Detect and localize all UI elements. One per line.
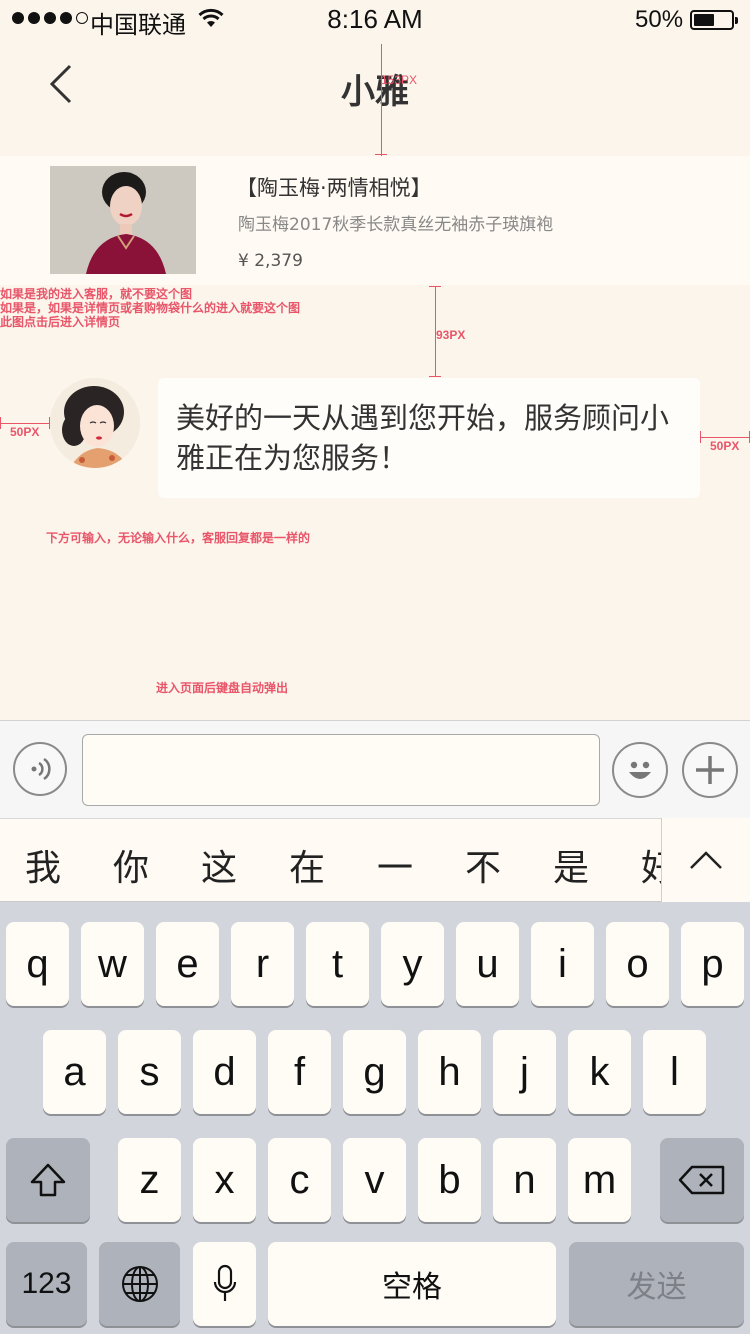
plus-icon <box>696 756 724 784</box>
expand-candidates-button[interactable] <box>661 818 750 902</box>
candidate-word[interactable]: 不 <box>453 839 513 891</box>
key[interactable]: i <box>531 922 594 1006</box>
chevron-up-icon <box>690 851 722 869</box>
candidate-word[interactable]: 这 <box>189 839 249 891</box>
product-price: ¥ 2,379 <box>238 251 303 271</box>
dictation-key[interactable] <box>193 1242 256 1326</box>
numbers-key-label: 123 <box>21 1267 72 1300</box>
message-input[interactable] <box>82 734 600 806</box>
shift-icon <box>30 1163 66 1197</box>
key[interactable]: q <box>6 922 69 1006</box>
delete-key[interactable] <box>660 1138 744 1222</box>
spacing-label-top: 153PX <box>381 73 418 87</box>
microphone-icon <box>213 1264 236 1301</box>
space-key-label: 空格 <box>382 1271 442 1304</box>
product-description: 陶玉梅2017秋季长款真丝无袖赤子瑛旗袍 <box>238 215 554 235</box>
language-key[interactable] <box>99 1242 180 1326</box>
key[interactable]: z <box>118 1138 181 1222</box>
spacing-guide-right <box>700 437 750 438</box>
spacing-guide-top <box>381 44 382 156</box>
agent-avatar[interactable] <box>50 378 140 468</box>
key[interactable]: n <box>493 1138 556 1222</box>
space-key[interactable]: 空格 <box>268 1242 556 1326</box>
key[interactable]: y <box>381 922 444 1006</box>
spacing-label-right: 50PX <box>710 439 740 453</box>
candidate-word[interactable]: 在 <box>277 839 337 891</box>
key[interactable]: g <box>343 1030 406 1114</box>
candidate-bar: 我 你 这 在 一 不 是 好 <box>0 818 750 902</box>
key[interactable]: e <box>156 922 219 1006</box>
card-note-1: 如果是我的进入客服，就不要这个图 <box>0 287 193 301</box>
candidate-word[interactable]: 是 <box>541 839 601 891</box>
card-note-3: 此图点击后进入详情页 <box>0 315 121 329</box>
key[interactable]: o <box>606 922 669 1006</box>
numbers-key[interactable]: 123 <box>6 1242 87 1326</box>
key[interactable]: u <box>456 922 519 1006</box>
key[interactable]: h <box>418 1030 481 1114</box>
keyboard-note: 进入页面后键盘自动弹出 <box>156 681 289 695</box>
spacing-label-left: 50PX <box>10 425 40 439</box>
key[interactable]: w <box>81 922 144 1006</box>
key[interactable]: t <box>306 922 369 1006</box>
battery-percent: 50% <box>635 6 684 33</box>
key[interactable]: x <box>193 1138 256 1222</box>
card-note-2: 如果是，如果是详情页或者购物袋什么的进入就要这个图 <box>0 301 301 315</box>
key[interactable]: m <box>568 1138 631 1222</box>
key[interactable]: a <box>43 1030 106 1114</box>
battery-icon <box>690 10 738 30</box>
product-image[interactable] <box>50 166 196 274</box>
keyboard: q w e r t y u i o p a s d f g h j k l z … <box>0 902 750 1334</box>
chat-message-bubble: 美好的一天从遇到您开始，服务顾问小雅正在为您服务！ <box>158 378 700 498</box>
send-key-label: 发送 <box>626 1271 687 1304</box>
key[interactable]: l <box>643 1030 706 1114</box>
send-key[interactable]: 发送 <box>569 1242 744 1326</box>
key[interactable]: j <box>493 1030 556 1114</box>
more-button[interactable] <box>682 742 738 798</box>
globe-icon <box>121 1266 158 1302</box>
candidate-word[interactable]: 我 <box>13 839 73 891</box>
key[interactable]: c <box>268 1138 331 1222</box>
spacing-label-card: 93PX <box>436 328 466 342</box>
candidate-word[interactable]: 你 <box>101 839 161 891</box>
key[interactable]: d <box>193 1030 256 1114</box>
key[interactable]: p <box>681 922 744 1006</box>
voice-icon <box>31 757 51 781</box>
key[interactable]: f <box>268 1030 331 1114</box>
product-name: 【陶玉梅·两情相悦】 <box>236 176 432 200</box>
backspace-icon <box>678 1165 725 1195</box>
page-title: 小雅 <box>341 72 409 112</box>
input-note: 下方可输入，无论输入什么，客服回复都是一样的 <box>46 531 311 545</box>
key[interactable]: r <box>231 922 294 1006</box>
key[interactable]: b <box>418 1138 481 1222</box>
shift-key[interactable] <box>6 1138 90 1222</box>
emoji-button[interactable] <box>612 742 668 798</box>
emoji-icon <box>629 761 651 779</box>
key[interactable]: s <box>118 1030 181 1114</box>
status-bar: 中国联通 8:16 AM 50% <box>0 0 750 40</box>
key[interactable]: k <box>568 1030 631 1114</box>
voice-input-button[interactable] <box>13 742 67 796</box>
candidate-word[interactable]: 一 <box>365 839 425 891</box>
key[interactable]: v <box>343 1138 406 1222</box>
spacing-guide-left <box>0 423 50 424</box>
